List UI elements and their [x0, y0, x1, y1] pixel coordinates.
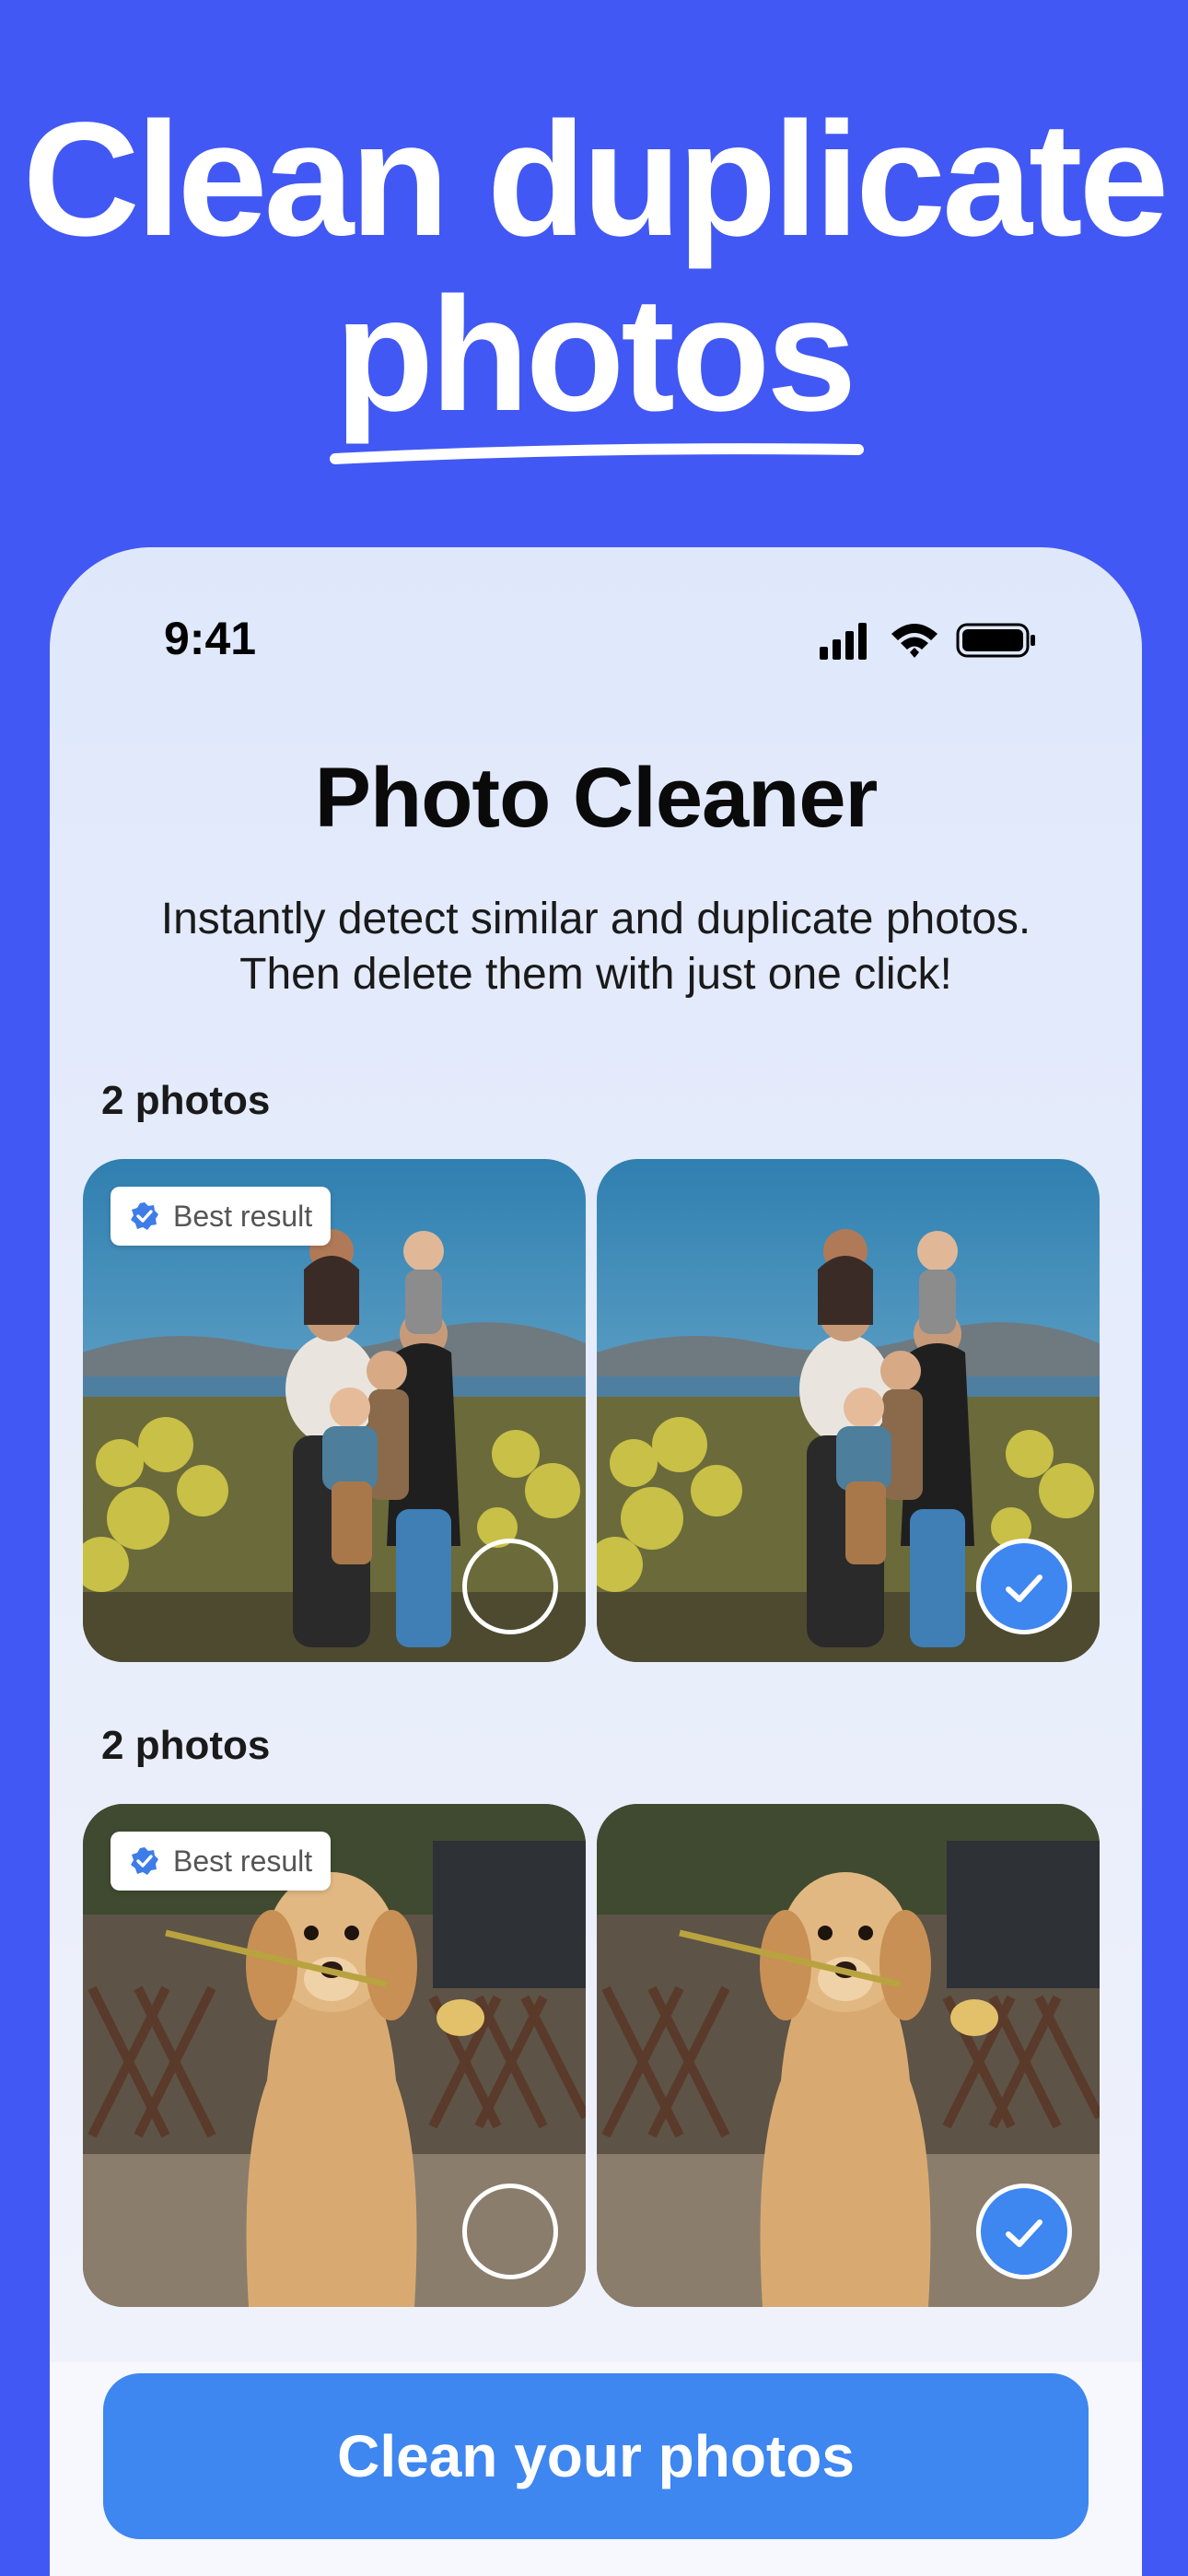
cellular-signal-icon	[820, 623, 867, 660]
select-toggle[interactable]	[976, 1539, 1072, 1634]
verified-check-icon	[131, 1847, 158, 1875]
badge-label: Best result	[173, 1199, 313, 1233]
headline-underline	[330, 443, 864, 464]
phone-screen: 9:41 Photo Cleaner Instantly detect simi…	[50, 547, 1142, 2576]
best-result-badge: Best result	[111, 1832, 332, 1891]
status-bar: 9:41	[50, 606, 1142, 671]
photo-thumbnail[interactable]: Best result	[83, 1159, 586, 1662]
subtitle-line-1: Instantly detect similar and duplicate p…	[160, 895, 1031, 943]
group-label: 2 photos	[101, 1078, 271, 1123]
select-toggle[interactable]	[462, 2184, 558, 2279]
app-title: Photo Cleaner	[314, 751, 879, 845]
photo-thumbnail[interactable]	[597, 1804, 1100, 2307]
battery-icon	[956, 623, 1035, 658]
headline-line-2: photos	[334, 264, 857, 445]
verified-check-icon	[131, 1202, 158, 1230]
wifi-icon	[891, 624, 938, 658]
subtitle-line-2: Then delete them with just one click!	[239, 950, 952, 999]
photo-thumbnail[interactable]	[597, 1159, 1100, 1662]
select-toggle[interactable]	[976, 2184, 1072, 2279]
select-toggle[interactable]	[462, 1539, 558, 1634]
group-label: 2 photos	[101, 1723, 271, 1768]
badge-label: Best result	[173, 1844, 313, 1878]
checkmark-icon	[1006, 2219, 1042, 2247]
status-time: 9:41	[164, 613, 257, 664]
photo-thumbnail[interactable]: Best result	[83, 1804, 586, 2307]
clean-photos-button[interactable]: Clean your photos	[103, 2373, 1089, 2539]
best-result-badge: Best result	[111, 1187, 332, 1246]
headline-line-1: Clean duplicate	[22, 89, 1170, 270]
app-subtitle: Instantly detect similar and duplicate p…	[123, 892, 1068, 1002]
checkmark-icon	[1006, 1575, 1042, 1602]
marketing-headline: Clean duplicate photos	[0, 92, 1188, 442]
status-icons	[820, 623, 1035, 660]
